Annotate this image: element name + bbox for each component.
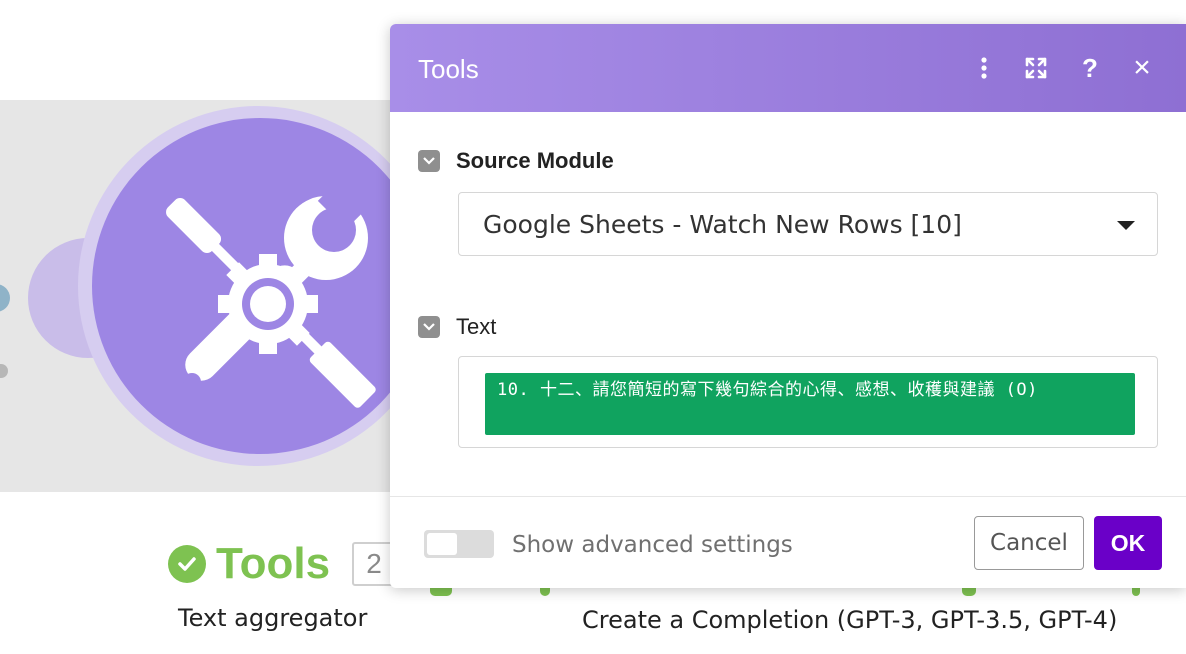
text-label: Text [456,314,497,339]
advanced-settings-toggle[interactable] [424,530,494,558]
advanced-settings-label: Show advanced settings [512,532,793,558]
toggle-knob [427,533,457,555]
collapse-chevron-icon[interactable] [418,316,440,338]
collapse-chevron-icon[interactable] [418,150,440,172]
success-check-icon [168,545,206,583]
tools-icon [166,176,376,408]
source-module-label-row: Source Module [418,148,614,174]
text-label-row: Text [418,314,496,340]
dialog-title: Tools [418,54,479,84]
dialog-header: Tools ? × [390,24,1186,112]
help-icon[interactable]: ? [1076,53,1104,83]
module-name: Tools [216,539,331,588]
dropdown-caret-icon [1117,221,1135,230]
more-vertical-icon[interactable] [970,54,998,82]
module-subtitle: Text aggregator [178,604,368,632]
source-module-label: Source Module [456,148,614,173]
mapped-variable-pill[interactable]: 10. 十二、請您簡短的寫下幾句綜合的心得、感想、收穫與建議 (O) [485,373,1135,435]
module-settings-dialog: Tools ? × Source Module Google Sheets - … [390,24,1186,588]
footer-divider [390,496,1186,497]
tools-module-title: Tools 2 [168,539,397,588]
ok-button[interactable]: OK [1094,516,1162,570]
openai-module-subtitle: Create a Completion (GPT-3, GPT-3.5, GPT… [582,606,1118,634]
close-icon[interactable]: × [1128,51,1156,84]
cancel-button[interactable]: Cancel [974,516,1084,570]
source-module-value: Google Sheets - Watch New Rows [10] [483,209,962,239]
expand-icon[interactable] [1022,54,1050,82]
text-input[interactable]: 10. 十二、請您簡短的寫下幾句綜合的心得、感想、收穫與建議 (O) [458,356,1158,448]
source-module-select[interactable]: Google Sheets - Watch New Rows [10] [458,192,1158,256]
